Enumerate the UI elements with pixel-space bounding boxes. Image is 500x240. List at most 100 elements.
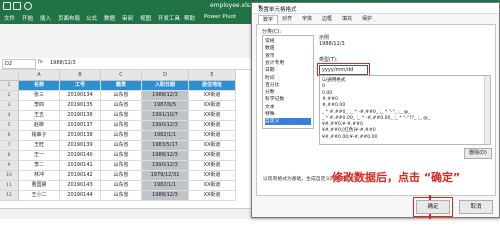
table-cell[interactable]: 20190134 [60, 91, 101, 101]
date-cell[interactable]: 1987/6/5 [142, 101, 189, 111]
row-number[interactable]: 2 [0, 91, 19, 101]
formula-input[interactable]: 1988/12/3 [50, 59, 76, 67]
tab-insert[interactable]: 插入 [40, 14, 51, 22]
tab-data[interactable]: 数据 [104, 14, 115, 22]
format-code-item[interactable]: 0 [322, 84, 482, 90]
format-code-item[interactable]: #,##0.00 [322, 103, 482, 109]
save-icon[interactable] [3, 2, 11, 10]
tab-font[interactable]: 字体 [298, 15, 316, 24]
table-cell[interactable]: XX街道 [189, 111, 236, 121]
delete-button[interactable]: 删除(D) [464, 148, 492, 159]
category-item[interactable]: 数值 [265, 45, 311, 52]
table-cell[interactable]: 王五 [19, 111, 60, 121]
tab-help[interactable]: 帮助 [184, 14, 195, 22]
redo-icon[interactable] [24, 2, 32, 10]
table-cell[interactable]: 山东省 [101, 141, 142, 151]
row-number[interactable]: 12 [0, 191, 19, 201]
column-header-e[interactable]: E [189, 70, 236, 81]
row-number[interactable]: 1 [0, 81, 19, 91]
format-code-item[interactable]: ¥#,##0;[红色]¥-#,##0 [322, 128, 482, 134]
category-item[interactable]: 自定义 [265, 118, 311, 126]
date-cell[interactable]: 1982/1/1 [142, 131, 189, 141]
row-number[interactable]: 9 [0, 161, 19, 171]
tab-home[interactable]: 开始 [22, 14, 33, 22]
category-item[interactable]: 文本 [265, 104, 311, 111]
row-number[interactable]: 6 [0, 131, 19, 141]
tab-file[interactable]: 文件 [4, 14, 15, 22]
table-cell[interactable]: XX街道 [189, 161, 236, 171]
column-header-c[interactable]: C [101, 70, 142, 81]
table-cell[interactable]: 20190143 [60, 181, 101, 191]
table-cell[interactable]: 山东省 [101, 181, 142, 191]
header-cell[interactable]: 名称 [19, 81, 60, 91]
undo-icon[interactable] [13, 2, 21, 10]
tab-border[interactable]: 边框 [318, 15, 336, 24]
fx-icon[interactable]: fx [38, 59, 43, 65]
header-cell[interactable]: 工号 [60, 81, 101, 91]
table-cell[interactable]: 山东省 [101, 191, 142, 201]
table-cell[interactable]: 李二 [19, 161, 60, 171]
tab-formulas[interactable]: 公式 [86, 14, 97, 22]
format-code-item[interactable]: ¥#,##0.00;¥-#,##0.00 [322, 135, 482, 141]
table-cell[interactable]: 山东省 [101, 151, 142, 161]
header-cell[interactable]: 入职日期 [142, 81, 189, 91]
tab-page-layout[interactable]: 页面布局 [58, 14, 80, 22]
table-cell[interactable]: 20190144 [60, 191, 101, 201]
table-cell[interactable]: XX街道 [189, 151, 236, 161]
header-cell[interactable]: 居住地址 [189, 81, 236, 91]
date-cell[interactable]: 1983/5/17 [142, 141, 189, 151]
column-header-b[interactable]: B [60, 70, 101, 81]
date-cell[interactable]: 1990/12/3 [142, 161, 189, 171]
row-number[interactable]: 5 [0, 121, 19, 131]
table-cell[interactable]: 山东省 [101, 131, 142, 141]
column-header-d[interactable]: D [142, 70, 189, 81]
date-cell[interactable]: 1991/10/7 [142, 111, 189, 121]
cancel-button[interactable]: 取消 [459, 200, 493, 214]
row-number[interactable]: 11 [0, 181, 19, 191]
category-item[interactable]: 日期 [265, 67, 311, 74]
date-cell[interactable]: 1982/1/1 [142, 181, 189, 191]
table-cell[interactable]: XX街道 [189, 191, 236, 201]
format-code-item[interactable]: 0.00 [322, 91, 482, 97]
table-cell[interactable]: 山东省 [101, 91, 142, 101]
category-list[interactable]: 常规 数值 货币 会计专用 日期 时间 百分比 分数 科学记数 文本 特殊 自定义 [262, 35, 314, 129]
table-cell[interactable]: XX街道 [189, 91, 236, 101]
category-item[interactable]: 特殊 [265, 111, 311, 118]
date-cell[interactable]: 1988/12/3 [142, 191, 189, 201]
format-code-list[interactable]: G/通用格式 0 0.00 #,##0 #,##0.00 _ * #,##0_ ;_ * … [319, 75, 491, 145]
category-item[interactable]: 时间 [265, 75, 311, 82]
category-item[interactable]: 分数 [265, 89, 311, 96]
table-cell[interactable]: 王一 [19, 151, 60, 161]
table-cell[interactable]: 山东省 [101, 121, 142, 131]
table-cell[interactable]: 山东省 [101, 101, 142, 111]
row-number[interactable]: 4 [0, 111, 19, 121]
table-cell[interactable]: 20190135 [60, 101, 101, 111]
table-cell[interactable]: 钱串子 [19, 131, 60, 141]
date-cell[interactable]: 1988/12/3 [142, 151, 189, 161]
table-cell[interactable]: XX街道 [189, 181, 236, 191]
select-all-corner[interactable] [0, 70, 19, 81]
category-item[interactable]: 会计专用 [265, 60, 311, 67]
category-item[interactable]: 常规 [265, 38, 311, 45]
table-cell[interactable]: 王小二 [19, 191, 60, 201]
table-cell[interactable]: 山东省 [101, 171, 142, 181]
table-cell[interactable]: 王旺 [19, 141, 60, 151]
close-icon[interactable]: ✕ [258, 5, 494, 11]
table-cell[interactable]: 20190141 [60, 161, 101, 171]
row-number[interactable]: 8 [0, 151, 19, 161]
table-cell[interactable]: XX街道 [189, 121, 236, 131]
format-code-item[interactable]: _ * #,##0_ ;_ * -#,##0_ ;_ * "-"_ ;_ @_ [322, 110, 482, 116]
row-number[interactable]: 3 [0, 101, 19, 111]
table-cell[interactable]: XX街道 [189, 101, 236, 111]
date-cell[interactable]: 1988/12/3 [142, 91, 189, 101]
date-cell[interactable]: 1990/12/3 [142, 121, 189, 131]
format-code-item[interactable]: G/通用格式 [322, 78, 482, 84]
table-cell[interactable]: 20190138 [60, 131, 101, 141]
table-cell[interactable]: 曹国舅 [19, 181, 60, 191]
table-cell[interactable]: XX街道 [189, 131, 236, 141]
header-cell[interactable]: 籍贯 [101, 81, 142, 91]
row-number[interactable]: 7 [0, 141, 19, 151]
format-code-item[interactable]: _ * #,##0.00_ ;_ * -#,##0.00_ ;_ * "-"??… [322, 116, 482, 122]
tab-developer[interactable]: 开发工具 [158, 14, 180, 22]
tab-fill[interactable]: 填充 [338, 15, 356, 24]
